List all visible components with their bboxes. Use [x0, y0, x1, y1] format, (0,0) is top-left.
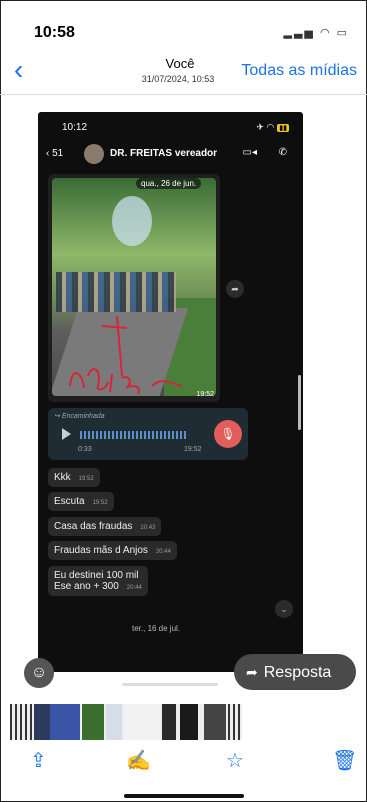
audio-duration: 0:33 — [78, 446, 92, 453]
back-count: 51 — [52, 148, 64, 159]
trash-icon[interactable]: 🗑 — [332, 748, 357, 773]
microphone-icon: 🎙 — [214, 420, 242, 448]
reply-button[interactable]: ➦ Resposta — [234, 654, 356, 690]
day-separator: ter., 16 de jul. — [132, 624, 181, 633]
sender-title: Você — [165, 56, 195, 71]
share-icon[interactable]: ⇪ — [30, 748, 47, 773]
chat-message: Casa das fraudas 20:43 — [48, 517, 162, 536]
chat-area: qua., 26 de jun. 19:52 ➦ ↪ Encaminhada 0… — [38, 172, 303, 672]
video-call-icon: ▭◂ — [242, 147, 257, 158]
image-date-label: qua., 26 de jun. — [136, 178, 202, 189]
forward-icon: ➦ — [226, 280, 244, 298]
message-text: Eu destinei 100 mil Ese ano + 300 — [54, 570, 139, 592]
reply-arrow-icon: ➦ — [246, 664, 258, 680]
chat-message: Kkk 19:52 — [48, 468, 100, 487]
phone-icon: ✆ — [278, 147, 287, 158]
message-time: 20:44 — [155, 549, 171, 555]
thumbnail[interactable] — [34, 704, 50, 740]
message-time: 19:52 — [78, 476, 94, 482]
red-scribble — [69, 316, 183, 395]
audio-message: ↪ Encaminhada 0:33 19:52 🎙 — [48, 408, 248, 460]
home-indicator — [124, 794, 244, 798]
message-time: 20:43 — [140, 525, 156, 531]
avatar — [84, 144, 104, 164]
thumbnail[interactable] — [228, 704, 242, 740]
media-photo[interactable]: 10:12 ✈ ◠ ▮▮ ‹ 51 DR. FREITAS vereador ▭◂… — [38, 112, 303, 672]
thumbnail[interactable] — [106, 704, 122, 740]
thumbnail[interactable] — [162, 704, 176, 740]
scroll-down-icon: ⌄ — [275, 600, 293, 618]
reply-label: Resposta — [263, 664, 332, 681]
emoji-reaction-icon[interactable]: ☺ — [24, 658, 54, 688]
chat-message: Eu destinei 100 mil Ese ano + 300 20:44 — [48, 566, 148, 596]
message-time: 19:52 — [92, 500, 108, 506]
chat-message: Fraudas mãs d Anjos 20:44 — [48, 541, 177, 560]
audio-timestamp: 19:52 — [184, 446, 202, 453]
sky-patch — [112, 196, 152, 246]
thumbnail[interactable] — [10, 704, 32, 740]
thumbnail[interactable] — [82, 704, 104, 740]
forwarded-label: ↪ Encaminhada — [54, 413, 105, 420]
scroll-indicator[interactable] — [298, 375, 301, 430]
chat-back: ‹ 51 — [46, 148, 64, 159]
chat-header: ‹ 51 DR. FREITAS vereador ▭◂ ✆ — [38, 140, 303, 170]
message-text: Casa das fraudas — [54, 521, 133, 532]
nav-bar: ‹ Você 31/07/2024, 10:53 Todas as mídias — [0, 52, 367, 95]
battery-icon: ▮▮ — [277, 124, 289, 132]
status-bar: 10:58 ▂▃▅ ◠ ▭ — [0, 0, 367, 44]
people-group — [56, 272, 176, 312]
play-icon — [62, 428, 71, 440]
home-indicator-overlay — [122, 683, 218, 686]
image-timestamp: 19:52 — [196, 391, 214, 398]
markup-icon[interactable]: ✍ — [126, 748, 151, 773]
media-thumbnail-strip[interactable] — [10, 704, 242, 740]
contact-name: DR. FREITAS vereador — [110, 148, 218, 159]
thumbnail[interactable] — [124, 704, 160, 740]
inner-status-icons: ✈ ◠ ▮▮ — [256, 122, 289, 132]
status-time: 10:58 — [34, 24, 75, 41]
audio-waveform — [80, 431, 188, 439]
thumbnail[interactable] — [180, 704, 198, 740]
all-media-button[interactable]: Todas as mídias — [241, 62, 357, 80]
message-text: Fraudas mãs d Anjos — [54, 545, 148, 556]
sent-date: 31/07/2024, 10:53 — [141, 74, 215, 84]
thumbnail[interactable] — [50, 704, 80, 740]
image-message: qua., 26 de jun. 19:52 — [48, 174, 220, 402]
message-text: Escuta — [54, 496, 85, 507]
star-icon[interactable]: ☆ — [226, 748, 244, 773]
back-chevron-icon[interactable]: ‹ — [14, 52, 23, 88]
forwarded-text: Encaminhada — [61, 413, 105, 420]
inner-status-time: 10:12 — [62, 122, 88, 133]
group-photo — [52, 178, 216, 396]
message-text: Kkk — [54, 472, 71, 483]
chat-message: Escuta 19:52 — [48, 492, 114, 511]
thumbnail[interactable] — [204, 704, 226, 740]
inner-status-bar: 10:12 ✈ ◠ ▮▮ — [38, 112, 303, 134]
bottom-toolbar: ⇪ ✍ ☆ 🗑 — [0, 742, 367, 782]
message-time: 20:44 — [126, 585, 142, 591]
status-icons: ▂▃▅ ◠ ▭ — [283, 27, 349, 39]
